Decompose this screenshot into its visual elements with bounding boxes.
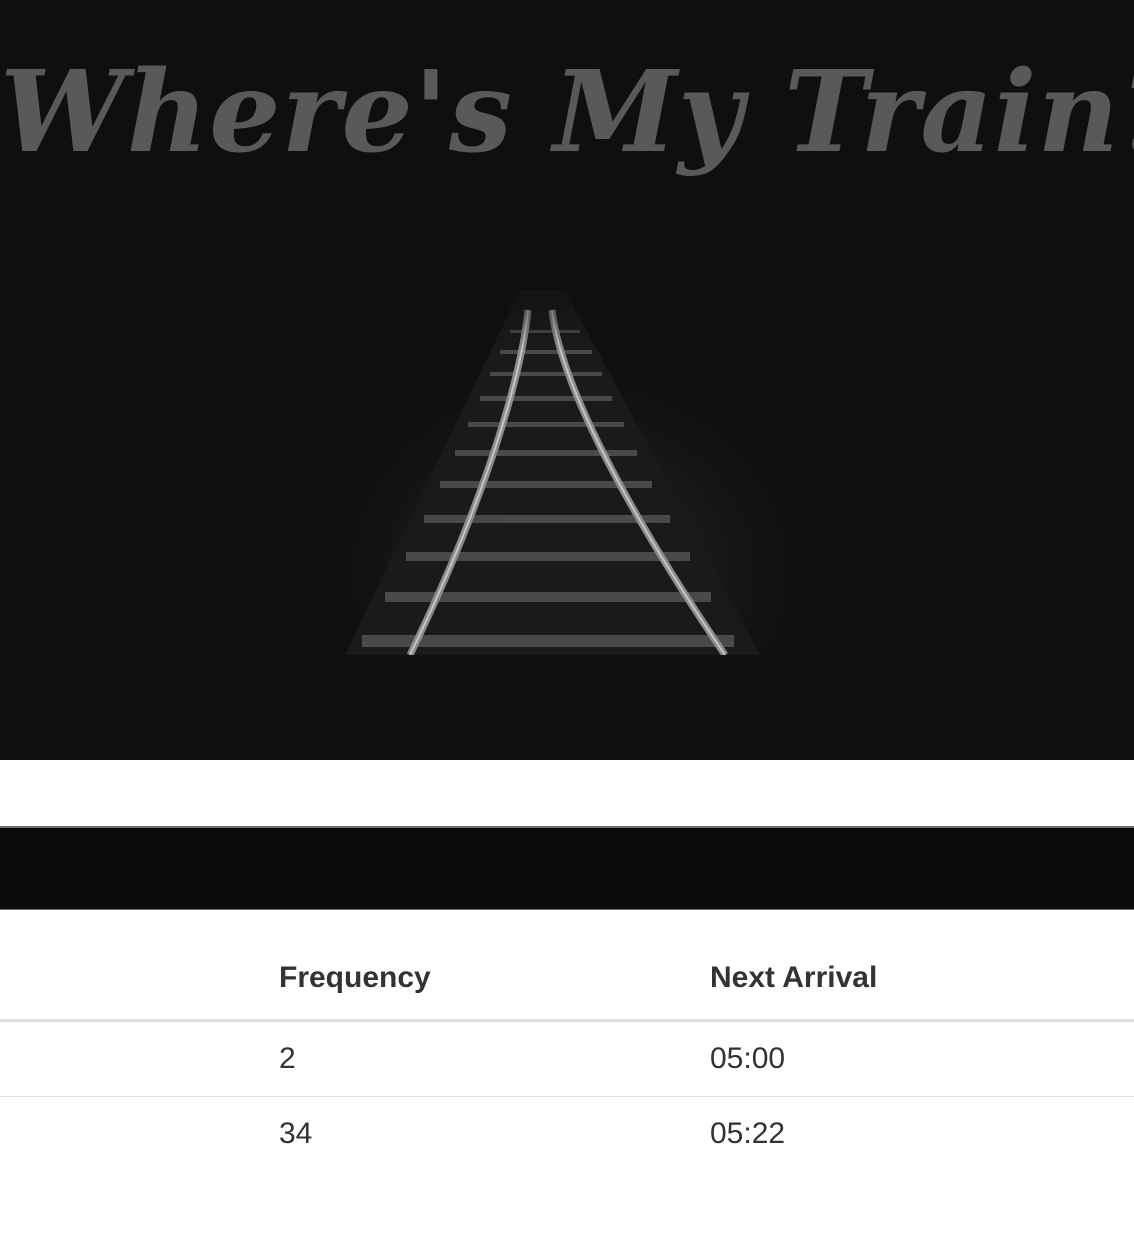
table-cell-blank [0,1020,279,1096]
frequency-cell: 2 [279,1041,296,1075]
hero-banner: Where's My Train? [0,0,1134,760]
column-header-next-arrival: Next Arrival [710,961,878,995]
frequency-cell: 34 [279,1117,313,1151]
railroad-tracks-image [340,250,800,655]
column-header-blank [0,940,279,1020]
page-title: Where's My Train? [0,47,1134,178]
next-arrival-cell: 05:00 [710,1041,786,1075]
divider-band [0,826,1134,910]
train-schedule-table: Frequency Next Arrival 2 05:00 34 05:22 [0,940,1134,1172]
table-cell-blank [0,1096,279,1172]
table-header-row: Frequency Next Arrival [0,940,1134,1020]
table-row: 2 05:00 [0,1020,1134,1096]
table-row: 34 05:22 [0,1096,1134,1172]
next-arrival-cell: 05:22 [710,1117,786,1151]
column-header-frequency: Frequency [279,961,431,995]
